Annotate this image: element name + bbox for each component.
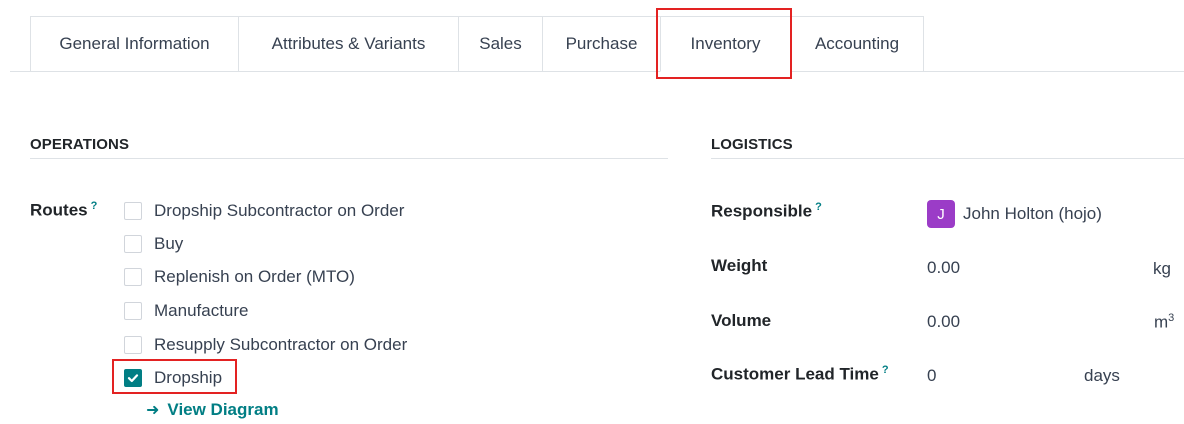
route-buy: Buy [124,231,183,257]
tab-purchase[interactable]: Purchase [542,16,660,72]
route-resupply-subcontractor: Resupply Subcontractor on Order [124,332,407,358]
route-dropship-subcontractor: Dropship Subcontractor on Order [124,198,404,224]
lead-time-help-icon[interactable]: ? [882,364,889,376]
volume-label: Volume [711,311,772,330]
routes-label: Routes? [30,200,97,221]
route-checkbox[interactable] [124,202,142,220]
checkmark-icon [127,374,139,383]
tab-inventory[interactable]: Inventory [660,16,790,72]
volume-unit: m3 [1154,312,1174,333]
route-checkbox[interactable] [124,235,142,253]
route-checkbox[interactable] [124,268,142,286]
lead-time-unit: days [1084,366,1120,385]
route-label: Manufacture [154,301,249,320]
lead-time-input[interactable]: 0 [927,366,936,386]
lead-time-label: Customer Lead Time? [711,364,889,385]
route-checkbox[interactable] [124,336,142,354]
tab-attributes-variants[interactable]: Attributes & Variants [238,16,458,72]
arrow-right-icon: ➜ [146,402,160,419]
avatar: J [927,200,955,228]
responsible-label-text: Responsible [711,201,813,221]
routes-label-text: Routes [30,200,88,220]
tab-bar: General Information Attributes & Variant… [30,16,924,72]
lead-time-label-text: Customer Lead Time [711,364,879,384]
routes-help-icon[interactable]: ? [91,200,98,212]
weight-input[interactable]: 0.00 [927,258,960,278]
responsible-value[interactable]: John Holton (hojo) [963,204,1102,224]
operations-title: OPERATIONS [30,136,130,153]
operations-divider [30,158,668,159]
responsible-label: Responsible? [711,201,822,222]
volume-unit-text: m [1154,312,1169,332]
route-checkbox-checked[interactable] [124,369,142,387]
route-label: Buy [154,234,184,253]
route-checkbox[interactable] [124,302,142,320]
route-label: Dropship [154,368,223,387]
logistics-title: LOGISTICS [711,136,793,153]
tab-accounting[interactable]: Accounting [790,16,924,72]
volume-unit-sup: 3 [1168,312,1175,324]
logistics-divider [711,158,1184,159]
route-replenish-on-order: Replenish on Order (MTO) [124,264,355,290]
weight-label: Weight [711,256,768,275]
route-dropship: Dropship [124,365,222,391]
tab-general-information[interactable]: General Information [30,16,238,72]
route-label: Replenish on Order (MTO) [154,267,355,286]
responsible-help-icon[interactable]: ? [815,201,822,213]
volume-input[interactable]: 0.00 [927,312,960,332]
view-diagram-label: View Diagram [167,400,279,419]
weight-unit: kg [1153,259,1171,278]
route-label: Resupply Subcontractor on Order [154,335,408,354]
tab-sales[interactable]: Sales [458,16,542,72]
view-diagram-link[interactable]: ➜ View Diagram [146,400,279,420]
route-label: Dropship Subcontractor on Order [154,201,405,220]
route-manufacture: Manufacture [124,298,249,324]
